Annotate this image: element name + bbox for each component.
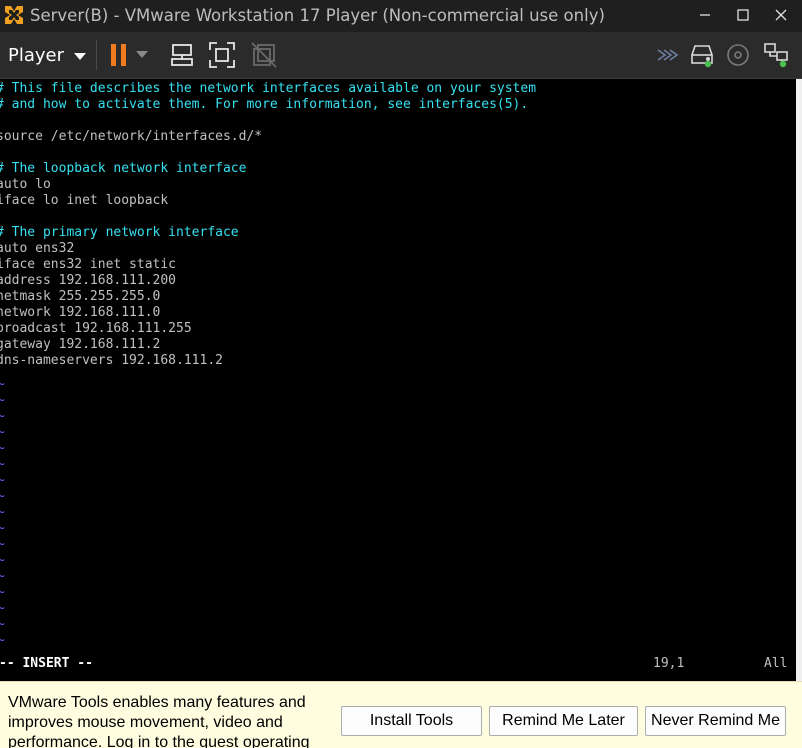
file-line: iface lo inet loopback [0, 193, 169, 208]
install-tools-button[interactable]: Install Tools [341, 706, 482, 736]
never-remind-me-button[interactable]: Never Remind Me [645, 706, 786, 736]
unity-icon [250, 41, 278, 69]
vim-mode-indicator: -- INSERT -- [0, 656, 93, 671]
toolbar: Player [0, 32, 802, 79]
empty-line-tilde: ~ [0, 537, 5, 552]
empty-line-tilde: ~ [0, 553, 5, 568]
empty-line-tilde: ~ [0, 521, 5, 536]
cd-rom-icon[interactable] [724, 41, 752, 69]
vmware-logo-icon [2, 3, 26, 27]
empty-line-tilde: ~ [0, 569, 5, 584]
empty-line-tilde: ~ [0, 617, 5, 632]
hard-disk-icon[interactable] [688, 41, 716, 69]
empty-line-tilde: ~ [0, 393, 5, 408]
file-line: iface ens32 inet static [0, 257, 177, 272]
scroll-indicator: All [764, 656, 788, 671]
send-ctrl-alt-del-icon[interactable] [168, 41, 196, 69]
file-line: address 192.168.111.200 [0, 273, 177, 288]
window-edge [796, 79, 802, 681]
forward-icon[interactable] [654, 41, 682, 69]
cursor-position: 19,1 [653, 656, 685, 671]
file-line: source /etc/network/interfaces.d/* [0, 129, 263, 144]
player-menu-label: Player [8, 44, 65, 66]
network-adapter-icon[interactable] [762, 41, 790, 69]
empty-line-tilde: ~ [0, 601, 5, 616]
file-line: # and how to activate them. For more inf… [0, 97, 529, 112]
window-title: Server(B) - VMware Workstation 17 Player… [30, 6, 605, 25]
chevron-down-icon [74, 45, 87, 66]
file-line: auto ens32 [0, 241, 75, 256]
notification-message: VMware Tools enables many features and i… [8, 694, 310, 748]
file-line: dns-nameservers 192.168.111.2 [0, 353, 223, 368]
vm-console-terminal[interactable]: # This file describes the network interf… [0, 79, 796, 681]
file-line: netmask 255.255.255.0 [0, 289, 161, 304]
file-line: broadcast 192.168.111.255 [0, 321, 192, 336]
empty-line-tilde: ~ [0, 425, 5, 440]
file-line: # The loopback network interface [0, 161, 247, 176]
empty-line-tilde: ~ [0, 489, 5, 504]
empty-line-tilde: ~ [0, 457, 5, 472]
pause-dropdown-chevron-icon[interactable] [134, 41, 150, 69]
file-line: network 192.168.111.0 [0, 305, 161, 320]
empty-line-tilde: ~ [0, 409, 5, 424]
file-line: gateway 192.168.111.2 [0, 337, 161, 352]
empty-line-tilde: ~ [0, 473, 5, 488]
vmware-tools-notification: VMware Tools enables many features and i… [0, 681, 802, 748]
minimize-button[interactable] [686, 0, 724, 30]
empty-line-tilde: ~ [0, 377, 5, 392]
empty-line-tilde: ~ [0, 441, 5, 456]
toolbar-divider [96, 40, 97, 70]
file-line: # This file describes the network interf… [0, 81, 537, 96]
empty-line-tilde: ~ [0, 633, 5, 648]
empty-line-tilde: ~ [0, 505, 5, 520]
empty-line-tilde: ~ [0, 585, 5, 600]
file-line: # The primary network interface [0, 225, 239, 240]
pause-icon[interactable] [106, 41, 134, 69]
close-button[interactable] [762, 0, 800, 30]
remind-me-later-button[interactable]: Remind Me Later [489, 706, 638, 736]
player-menu-button[interactable]: Player [4, 40, 88, 70]
file-line: auto lo [0, 177, 51, 192]
title-bar: Server(B) - VMware Workstation 17 Player… [0, 0, 802, 32]
maximize-button[interactable] [724, 0, 762, 30]
fullscreen-icon[interactable] [208, 41, 236, 69]
